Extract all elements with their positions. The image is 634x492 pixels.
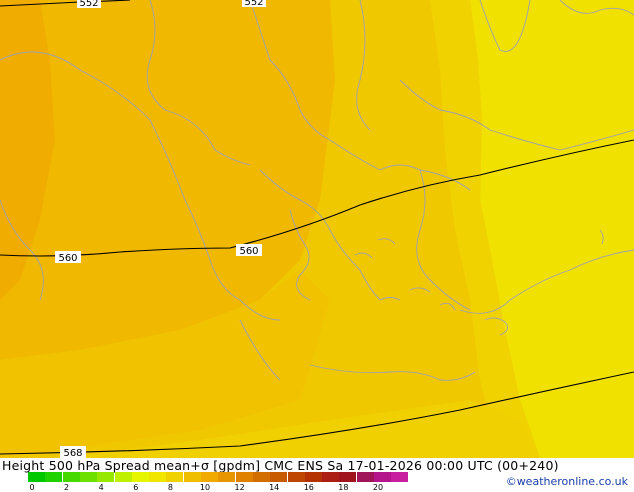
legend-swatch	[131, 472, 149, 482]
map-area: 552 552 560 560 568	[0, 0, 634, 459]
credit-link[interactable]: ©weatheronline.co.uk	[506, 475, 628, 488]
legend-swatch	[270, 472, 288, 482]
legend-swatch	[218, 472, 236, 482]
legend-swatch	[149, 472, 167, 482]
contour-label-552-b: 552	[244, 0, 263, 8]
legend-tick-label: 10	[199, 483, 211, 492]
legend-swatch	[183, 472, 201, 482]
contour-label-560-a: 560	[58, 253, 77, 264]
legend-swatch	[339, 472, 357, 482]
legend-swatch	[235, 472, 253, 482]
legend-swatch	[62, 472, 80, 482]
legend-tick-label: 2	[64, 483, 70, 492]
legend-tick-label: 8	[167, 483, 173, 492]
legend-swatch	[114, 472, 132, 482]
legend-tick-label: 0	[29, 483, 35, 492]
legend-swatch	[287, 472, 305, 482]
legend-swatch	[391, 472, 409, 482]
legend-swatch	[45, 472, 63, 482]
legend-swatch	[97, 472, 115, 482]
contour-label-552-a: 552	[79, 0, 98, 9]
footer: Height 500 hPa Spread mean+σ [gpdm] CMC …	[0, 458, 634, 492]
map-svg: 552 552 560 560 568	[0, 0, 634, 459]
legend-swatch	[356, 472, 374, 482]
legend-swatch	[304, 472, 322, 482]
legend-tick-label: 6	[133, 483, 139, 492]
legend-tick-label: 12	[234, 483, 245, 492]
legend-swatch	[374, 472, 391, 482]
legend-swatch	[79, 472, 97, 482]
legend-swatch	[28, 472, 45, 482]
legend-swatch	[201, 472, 218, 482]
map-title: Height 500 hPa Spread mean+σ [gpdm] CMC …	[2, 458, 559, 473]
legend-tick-label: 14	[269, 483, 280, 492]
legend-tick-label: 4	[98, 483, 104, 492]
legend-tick-label: 16	[303, 483, 314, 492]
legend-swatch	[166, 472, 184, 482]
contour-label-560-b: 560	[239, 246, 258, 257]
legend-tick-label: 20	[372, 483, 384, 492]
legend-tick-label: 18	[338, 483, 349, 492]
legend-swatch	[322, 472, 340, 482]
legend-swatch	[252, 472, 270, 482]
contour-label-568: 568	[63, 448, 82, 458]
